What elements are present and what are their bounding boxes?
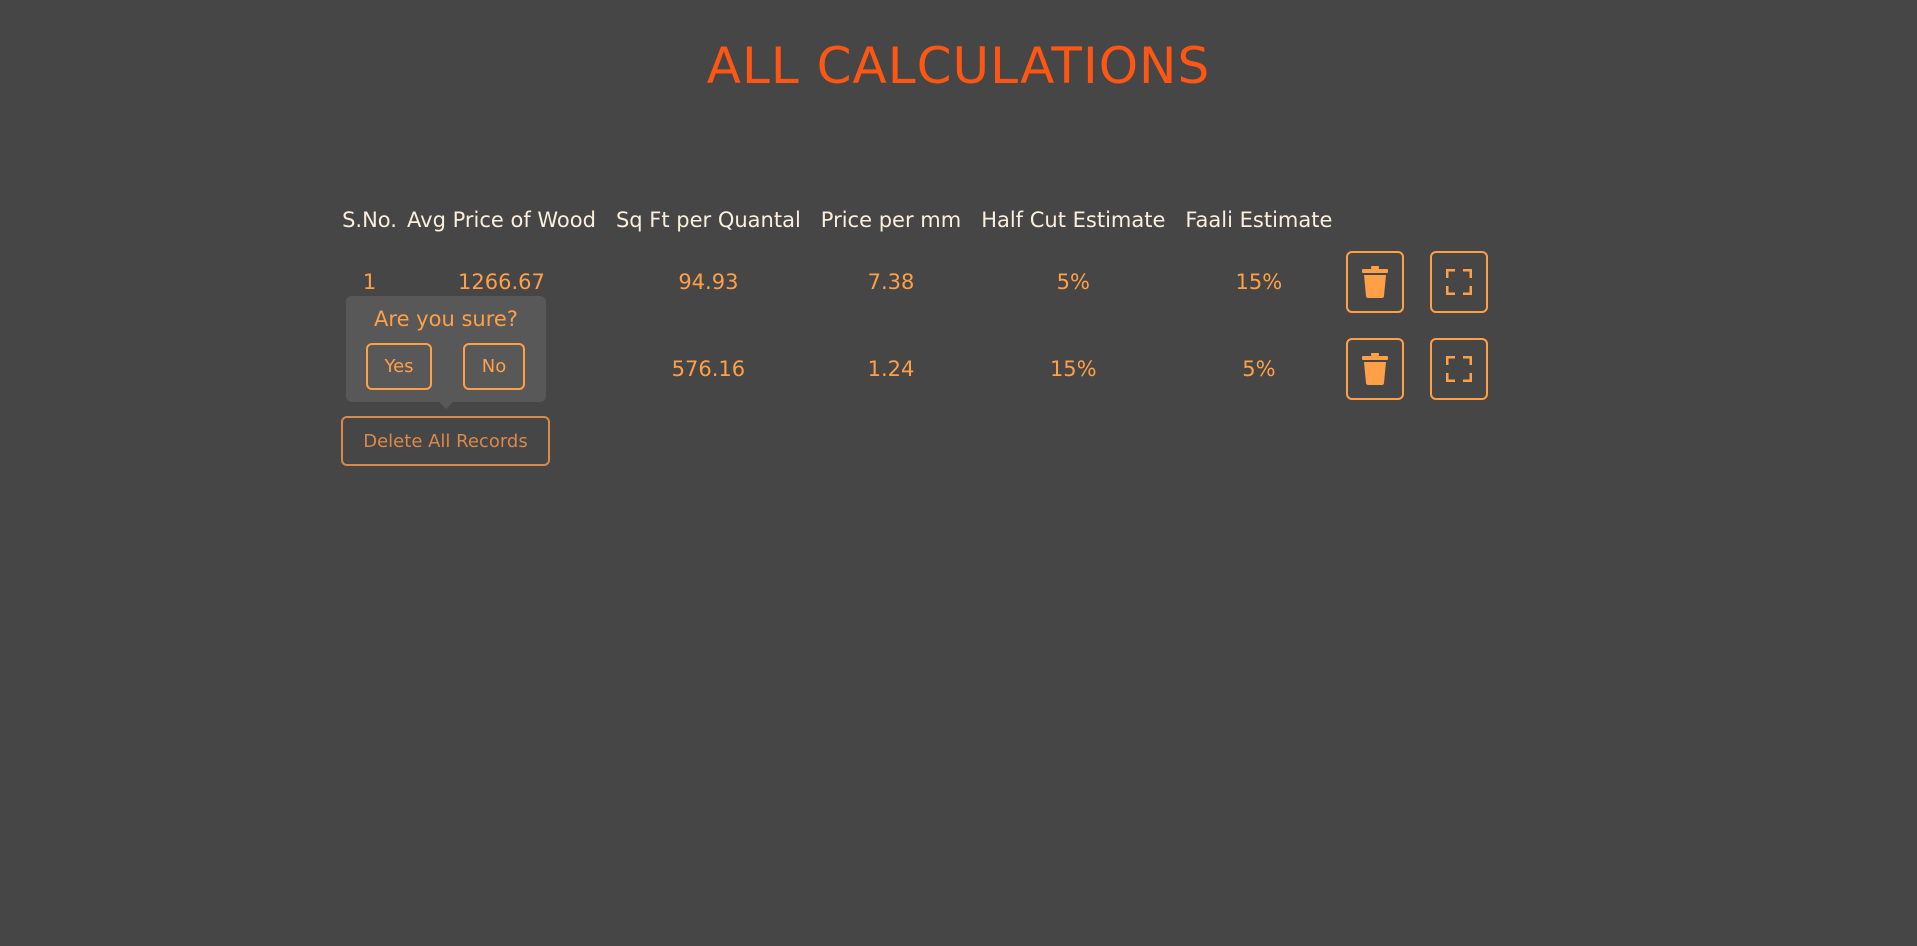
header-sqft-per-quantal: Sq Ft per Quantal	[615, 208, 801, 232]
header-price-per-mm: Price per mm	[820, 208, 962, 232]
cell-expand	[1417, 325, 1501, 412]
expand-row-button[interactable]	[1430, 250, 1489, 313]
page: ALL CALCULATIONS S.No. Avg Price of Wood…	[0, 0, 1917, 946]
expand-row-button[interactable]	[1430, 337, 1489, 400]
popover-arrow	[439, 402, 453, 409]
delete-all-records-button[interactable]: Delete All Records	[341, 416, 550, 466]
table-header-row: S.No. Avg Price of Wood Sq Ft per Quanta…	[342, 202, 1501, 238]
header-sno: S.No.	[342, 208, 397, 232]
cell-price-per-mm: 7.38	[867, 269, 915, 294]
cell-faali: 5%	[1242, 356, 1276, 381]
confirm-message: Are you sure?	[374, 307, 518, 331]
page-title: ALL CALCULATIONS	[706, 37, 1211, 95]
cell-price-per-mm: 1.24	[867, 356, 915, 381]
cell-half-cut: 15%	[1049, 356, 1097, 381]
cell-delete	[1342, 325, 1417, 412]
trash-icon	[1362, 352, 1389, 385]
delete-row-button[interactable]	[1346, 337, 1405, 400]
cell-delete	[1342, 238, 1417, 325]
cell-sqft-per-quantal: 576.16	[671, 356, 746, 381]
expand-icon	[1446, 268, 1473, 295]
cell-sqft-per-quantal: 94.93	[678, 269, 739, 294]
delete-confirm-popover: Are you sure? Yes No	[346, 296, 546, 409]
header-actions-delete	[1342, 202, 1417, 238]
header-avg-price: Avg Price of Wood	[407, 208, 596, 232]
delete-row-button[interactable]	[1346, 250, 1405, 313]
confirm-yes-button[interactable]: Yes	[366, 343, 432, 390]
header-half-cut: Half Cut Estimate	[981, 208, 1166, 232]
header-actions-expand	[1417, 202, 1501, 238]
cell-faali: 15%	[1235, 269, 1283, 294]
header-faali: Faali Estimate	[1185, 208, 1333, 232]
expand-icon	[1446, 355, 1473, 382]
cell-half-cut: 5%	[1056, 269, 1090, 294]
cell-expand	[1417, 238, 1501, 325]
trash-icon	[1362, 265, 1389, 298]
confirm-no-button[interactable]: No	[463, 343, 525, 390]
